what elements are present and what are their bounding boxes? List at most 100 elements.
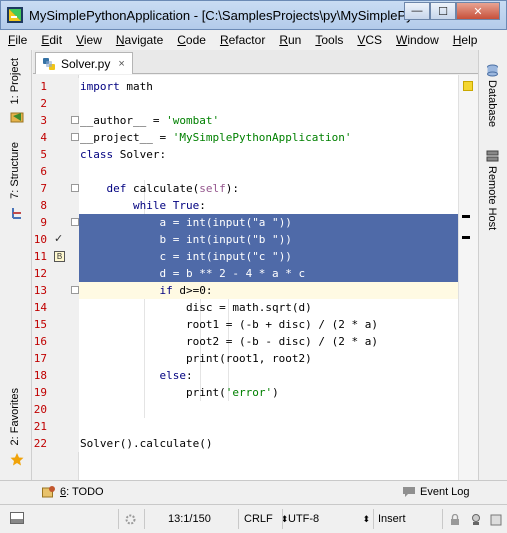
line-number: 7 [40, 182, 47, 195]
line-number: 18 [33, 369, 47, 382]
lock-icon[interactable] [450, 514, 460, 525]
code-line[interactable]: 21 [33, 418, 458, 435]
minimize-button[interactable]: — [404, 2, 430, 20]
code-text: else: [159, 369, 193, 382]
code-line[interactable]: 4 __project__ = 'MySimplePythonApplicatio… [33, 129, 458, 146]
project-icon [10, 112, 24, 123]
code-line[interactable]: 19 print('error') [33, 384, 458, 401]
caret-position[interactable]: 13:1/150 [168, 509, 211, 529]
code-text: a = int(input("a ")) [80, 216, 292, 229]
tool-windows-toggle-icon[interactable] [10, 512, 24, 524]
menu-edit[interactable]: Edit [41, 33, 62, 47]
code-line[interactable]: 1 import math [33, 78, 458, 95]
tab-favorites[interactable]: 2: Favorites [9, 388, 21, 445]
remote-host-icon [486, 150, 499, 162]
marker-stripe[interactable] [462, 215, 470, 218]
code-text: print(root1, root2) [80, 352, 312, 365]
code-line[interactable]: 18 else: [33, 367, 458, 384]
code-text: __author__ = 'wombat' [80, 114, 220, 127]
code-line[interactable]: 2 [33, 95, 458, 112]
star-icon [10, 453, 24, 466]
error-stripe [458, 75, 478, 480]
code-text: import math [80, 80, 153, 93]
line-number: 22 [33, 437, 47, 450]
menu-code[interactable]: Code [177, 33, 206, 47]
todo-tool-button[interactable]: 6: TODO [42, 486, 104, 498]
code-line[interactable]: 22 Solver().calculate() [33, 435, 458, 452]
tab-project[interactable]: 1: Project [9, 58, 21, 104]
tab-remote-host[interactable]: Remote Host [486, 166, 498, 230]
code-line[interactable]: 13 if d>=0: [33, 282, 458, 299]
inspector-icon[interactable] [470, 513, 482, 526]
todo-icon [42, 486, 55, 498]
menu-file[interactable]: File [8, 33, 27, 47]
line-number: 13 [33, 284, 47, 297]
tab-filename: Solver.py [61, 56, 111, 71]
code-line[interactable]: 16 root2 = (-b - disc) / (2 * a) [33, 333, 458, 350]
code-line[interactable]: 9 a = int(input("a ")) [33, 214, 458, 231]
code-text: disc = math.sqrt(d) [80, 301, 312, 314]
close-button[interactable]: ✕ [456, 2, 500, 20]
line-number: 12 [33, 267, 47, 280]
line-number: 3 [40, 114, 47, 127]
bookmark-icon[interactable]: B [54, 251, 65, 262]
line-number: 4 [40, 131, 47, 144]
event-log-button[interactable]: Event Log [402, 486, 470, 498]
menu-help[interactable]: Help [453, 33, 478, 47]
insert-mode-indicator[interactable]: Insert [378, 509, 406, 529]
check-icon[interactable]: ✓ [54, 231, 63, 248]
code-line[interactable]: 8 while True: [33, 197, 458, 214]
fold-marker-icon[interactable] [71, 116, 79, 124]
title-bar: MySimplePythonApplication - [C:\SamplesP… [0, 0, 507, 30]
code-editor[interactable]: 1 import math 2 3 __author__ = 'wombat' 4 __pr… [33, 75, 458, 480]
line-number: 15 [33, 318, 47, 331]
line-number: 9 [40, 216, 47, 229]
code-line[interactable]: 7 def calculate(self): [33, 180, 458, 197]
line-number: 16 [33, 335, 47, 348]
code-line[interactable]: 14 disc = math.sqrt(d) [33, 299, 458, 316]
database-icon [487, 64, 498, 77]
code-line[interactable]: 10 ✓ b = int(input("b ")) [33, 231, 458, 248]
tab-database[interactable]: Database [486, 80, 498, 127]
event-log-icon [403, 487, 415, 497]
fold-marker-icon[interactable] [71, 218, 79, 226]
menu-navigate[interactable]: Navigate [116, 33, 163, 47]
window-title: MySimplePythonApplication - [C:\SamplesP… [29, 8, 428, 23]
fold-marker-icon[interactable] [71, 286, 79, 294]
tab-close-icon[interactable]: × [118, 58, 124, 70]
tab-structure[interactable]: 7: Structure [9, 142, 21, 199]
analysis-status-icon[interactable] [463, 81, 473, 91]
maximize-button[interactable]: ☐ [430, 2, 456, 20]
fold-marker-icon[interactable] [71, 133, 79, 141]
code-text: b = int(input("b ")) [80, 233, 292, 246]
line-number: 6 [40, 165, 47, 178]
tab-solver-py[interactable]: Solver.py × [35, 52, 133, 74]
editor-tab-bar: Solver.py × [33, 50, 478, 74]
left-tool-strip: 1: Project 7: Structure 2: Favorites [0, 50, 32, 480]
code-text: if d>=0: [159, 284, 213, 297]
line-number: 10 [33, 233, 47, 246]
code-text: while True: [132, 199, 206, 212]
code-line[interactable]: 6 [33, 163, 458, 180]
code-line[interactable]: 5 class Solver: [33, 146, 458, 163]
code-line[interactable]: 12 d = b ** 2 - 4 * a * c [33, 265, 458, 282]
code-line[interactable]: 20 [33, 401, 458, 418]
code-line[interactable]: 3 __author__ = 'wombat' [33, 112, 458, 129]
fold-marker-icon[interactable] [71, 184, 79, 192]
code-line[interactable]: 17 print(root1, root2) [33, 350, 458, 367]
right-tool-strip: Database Remote Host [478, 50, 507, 480]
background-tasks-icon[interactable] [124, 513, 137, 526]
code-line[interactable]: 11 B c = int(input("c ")) [33, 248, 458, 265]
menu-vcs[interactable]: VCS [357, 33, 382, 47]
line-number: 8 [40, 199, 47, 212]
code-text: root2 = (-b - disc) / (2 * a) [80, 335, 379, 348]
code-line[interactable]: 15 root1 = (-b + disc) / (2 * a) [33, 316, 458, 333]
menu-view[interactable]: View [76, 33, 102, 47]
menu-tools[interactable]: Tools [315, 33, 343, 47]
memory-indicator-icon[interactable] [490, 513, 502, 526]
menu-run[interactable]: Run [279, 33, 301, 47]
encoding-selector[interactable]: UTF-8 ⬍ [288, 509, 372, 529]
menu-refactor[interactable]: Refactor [220, 33, 265, 47]
marker-stripe[interactable] [462, 236, 470, 239]
menu-window[interactable]: Window [396, 33, 439, 47]
